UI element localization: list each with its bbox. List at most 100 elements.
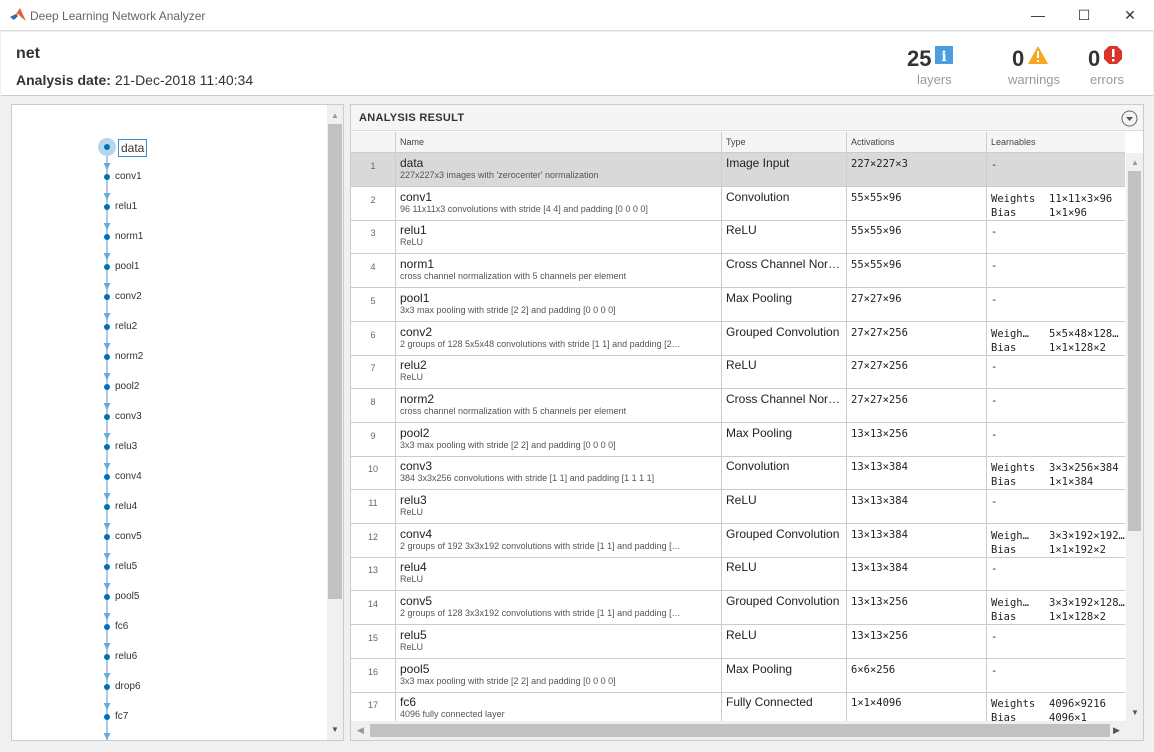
graph-node-relu1[interactable] [104,204,110,210]
graph-node-norm2[interactable] [104,354,110,360]
layer-type: Fully Connected [721,692,846,721]
scroll-down-arrow-icon[interactable]: ▼ [331,725,339,734]
graph-node-label[interactable]: conv2 [115,291,142,302]
table-row[interactable]: 12 conv4 2 groups of 192 3x3x192 convolut… [351,523,1125,558]
graph-node-conv4[interactable] [104,474,110,480]
graph-node-conv2[interactable] [104,294,110,300]
scroll-right-arrow-icon[interactable]: ▶ [1113,725,1120,736]
minimize-button[interactable]: — [1018,4,1058,26]
scroll-left-arrow-icon[interactable]: ◀ [357,725,364,736]
learnable-entry: - [991,664,1121,678]
table-row[interactable]: 11 relu3 ReLU ReLU 13×13×384 - [351,490,1125,524]
table-vertical-scrollbar[interactable]: ▲ ▼ [1126,153,1143,721]
table-row[interactable]: 10 conv3 384 3x3x256 convolutions with st… [351,456,1125,491]
edge-arrow-icon [103,583,111,590]
graph-node-relu5[interactable] [104,564,110,570]
graph-node-label[interactable]: pool5 [115,591,139,602]
row-index: 3 [370,228,376,239]
graph-node-relu6[interactable] [104,654,110,660]
graph-node-drop6[interactable] [104,684,110,690]
scroll-thumb[interactable] [1128,171,1141,531]
graph-node-label[interactable]: pool2 [115,381,139,392]
table-row[interactable]: 4 norm1 cross channel normalization with … [351,254,1125,289]
graph-node-pool2[interactable] [104,384,110,390]
layer-name: pool2 [400,425,430,440]
graph-node-label[interactable]: data [118,139,148,157]
graph-node-label[interactable]: relu1 [115,201,137,212]
learnable-name: - [991,361,998,374]
warnings-stat[interactable]: 0 warnings [1008,46,1060,87]
network-graph-panel[interactable]: data conv1 relu1 norm1 pool1 conv2 relu2 norm2 p… [11,104,344,741]
graph-node-label[interactable]: relu5 [115,561,137,572]
graph-node-label[interactable]: conv4 [115,471,142,482]
layer-name-cell: data 227x227x3 images with 'zerocenter' n… [395,153,721,186]
table-row[interactable]: 8 norm2 cross channel normalization with … [351,388,1125,423]
learnable-name: - [991,293,998,306]
graph-node-label[interactable]: fc7 [115,711,128,722]
graph-node-data[interactable] [104,144,110,150]
graph-node-fc7[interactable] [104,714,110,720]
graph-node-label[interactable]: conv5 [115,531,142,542]
table-row[interactable]: 9 pool2 3x3 max pooling with stride [2 2]… [351,422,1125,457]
scroll-thumb[interactable] [370,724,1110,737]
table-row[interactable]: 7 relu2 ReLU ReLU 27×27×256 - [351,355,1125,390]
graph-node-label[interactable]: norm1 [115,231,143,242]
scroll-down-arrow-icon[interactable]: ▼ [1131,708,1139,717]
maximize-button[interactable]: ☐ [1064,4,1104,26]
graph-vertical-scrollbar[interactable]: ▲ ▼ [327,105,343,740]
graph-node-label[interactable]: conv3 [115,411,142,422]
graph-node-conv3[interactable] [104,414,110,420]
learnable-size: 1×1×384 [1049,476,1094,489]
graph-node-label[interactable]: pool1 [115,261,139,272]
layer-description: cross channel normalization with 5 chann… [400,405,627,416]
errors-stat[interactable]: 0 errors [1088,46,1124,87]
table-row[interactable]: 16 pool5 3x3 max pooling with stride [2 2… [351,658,1125,693]
table-row[interactable]: 6 conv2 2 groups of 128 5x5x48 convolutio… [351,321,1125,356]
table-row[interactable]: 15 relu5 ReLU ReLU 13×13×256 - [351,624,1125,659]
layer-type: ReLU [721,355,846,389]
graph-node-norm1[interactable] [104,234,110,240]
table-row[interactable]: 17 fc6 4096 fully connected layer Fully C… [351,692,1125,721]
learnable-size: 1×1×128×2 [1049,611,1106,624]
close-button[interactable]: ✕ [1110,4,1150,26]
edge-arrow-icon [103,403,111,410]
collapse-chevron-icon[interactable] [1121,110,1138,127]
network-graph[interactable] [12,105,326,740]
learnable-size: 3×3×256×384 [1049,462,1119,475]
table-row[interactable]: 3 relu1 ReLU ReLU 55×55×96 - [351,220,1125,255]
table-horizontal-scrollbar[interactable]: ◀ ▶ [351,721,1143,740]
column-header-name[interactable]: Name [395,132,721,153]
graph-node-pool5[interactable] [104,594,110,600]
graph-node-conv5[interactable] [104,534,110,540]
graph-node-label[interactable]: relu6 [115,651,137,662]
graph-node-relu2[interactable] [104,324,110,330]
graph-node-label[interactable]: relu4 [115,501,137,512]
scroll-up-arrow-icon[interactable]: ▲ [331,111,339,120]
table-row[interactable]: 14 conv5 2 groups of 128 3x3x192 convolut… [351,591,1125,626]
graph-node-label[interactable]: relu3 [115,441,137,452]
graph-node-label[interactable]: conv1 [115,171,142,182]
graph-node-label[interactable]: fc6 [115,621,128,632]
table-row[interactable]: 2 conv1 96 11x11x3 convolutions with stri… [351,186,1125,221]
graph-node-label[interactable]: norm2 [115,351,143,362]
index-header [351,132,395,153]
graph-node-label[interactable]: drop6 [115,681,141,692]
scroll-up-arrow-icon[interactable]: ▲ [1131,158,1139,167]
table-row[interactable]: 13 relu4 ReLU ReLU 13×13×384 - [351,557,1125,592]
layer-description: ReLU [400,641,424,652]
layer-learnables: - [986,388,1125,422]
graph-node-pool1[interactable] [104,264,110,270]
table-row[interactable]: 1 data 227x227x3 images with 'zerocenter'… [351,153,1125,187]
column-header-learnables[interactable]: Learnables [986,132,1125,153]
graph-node-fc6[interactable] [104,624,110,630]
graph-node-relu4[interactable] [104,504,110,510]
graph-node-conv1[interactable] [104,174,110,180]
layers-stat[interactable]: 25 i layers [907,46,954,87]
graph-node-label[interactable]: relu2 [115,321,137,332]
column-header-type[interactable]: Type [721,132,846,153]
scroll-thumb[interactable] [328,124,342,599]
layer-name-cell: fc6 4096 fully connected layer [395,692,721,721]
graph-node-relu3[interactable] [104,444,110,450]
table-row[interactable]: 5 pool1 3x3 max pooling with stride [2 2]… [351,287,1125,322]
column-header-activations[interactable]: Activations [846,132,986,153]
